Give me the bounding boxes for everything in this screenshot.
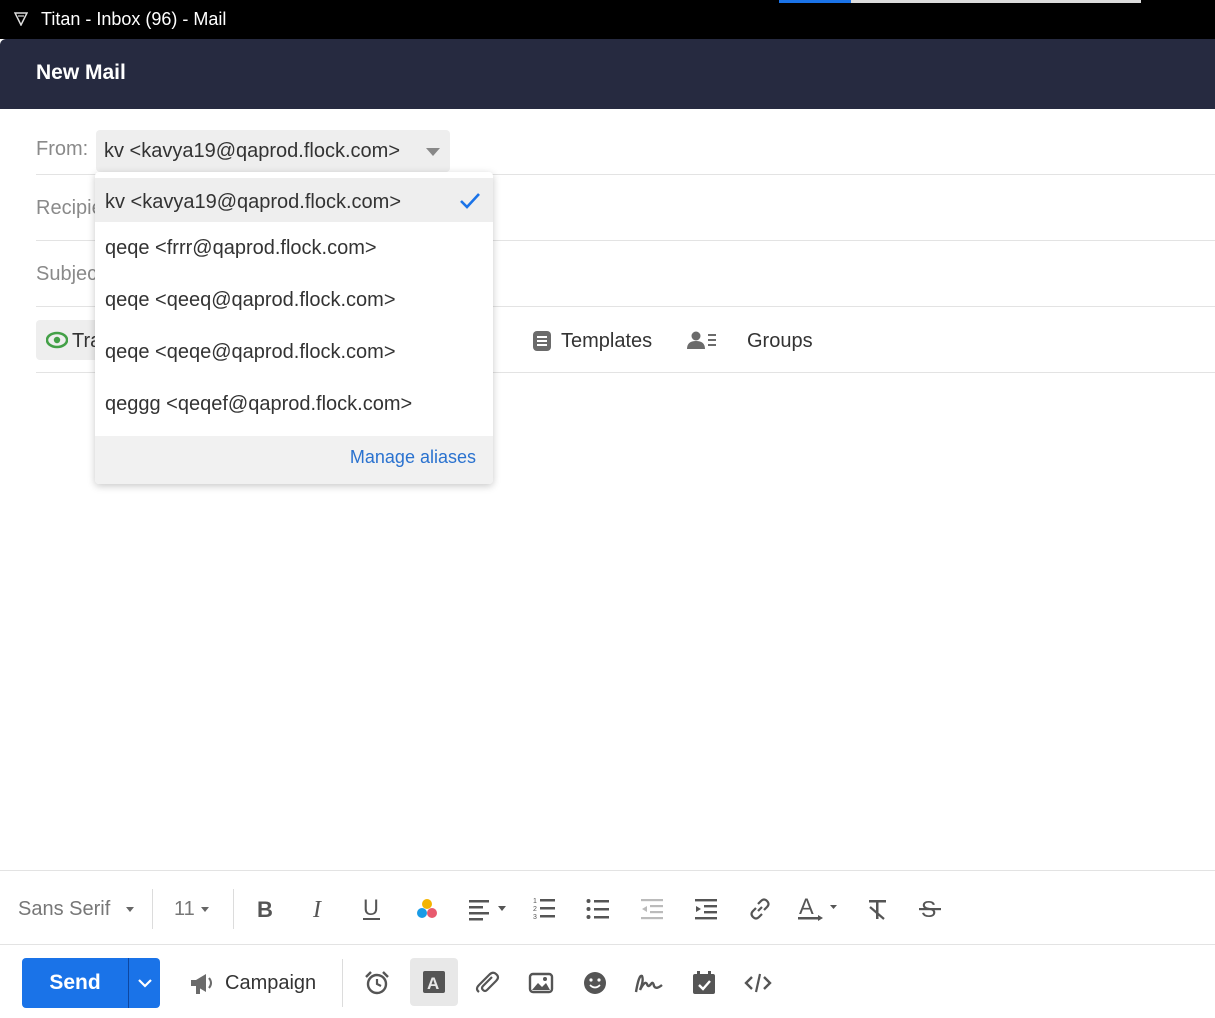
from-value: kv <kavya19@qaprod.flock.com> — [104, 140, 401, 162]
formatting-toggle-icon: A — [423, 971, 445, 993]
svg-text:B: B — [257, 897, 273, 921]
alias-option-label: kv <kavya19@qaprod.flock.com> — [105, 191, 402, 213]
italic-button[interactable]: I — [306, 893, 332, 925]
from-label: From: — [36, 138, 89, 160]
align-button[interactable] — [468, 893, 508, 925]
code-button[interactable] — [740, 965, 776, 1001]
toolbar-divider — [152, 889, 153, 929]
emoji-button[interactable] — [577, 965, 613, 1001]
link-button[interactable] — [746, 893, 774, 925]
caret-down-icon — [426, 148, 440, 156]
groups-icon — [687, 331, 716, 349]
alias-option[interactable]: qeggg <qeqef@qaprod.flock.com> — [95, 380, 493, 428]
dropdown-footer: Manage aliases — [95, 436, 493, 484]
action-divider — [342, 959, 343, 1007]
alias-option[interactable]: qeqe <qeqe@qaprod.flock.com> — [95, 328, 493, 376]
from-row: From: kv <kavya19@qaprod.flock.com> — [36, 109, 1215, 175]
chevron-down-icon — [137, 979, 152, 988]
compose-title: New Mail — [36, 61, 126, 84]
svg-text:3: 3 — [533, 914, 537, 921]
send-button[interactable]: Send — [22, 958, 128, 1008]
loading-progress — [779, 0, 851, 3]
code-icon — [744, 973, 772, 993]
svg-text:I: I — [312, 897, 322, 921]
underline-icon: U — [363, 896, 380, 920]
svg-text:1: 1 — [533, 898, 537, 905]
formatting-toggle-button[interactable]: A — [410, 958, 458, 1006]
alias-option[interactable]: kv <kavya19@qaprod.flock.com> — [95, 178, 493, 222]
send-later-button[interactable] — [359, 965, 395, 1001]
font-size-value: 11 — [174, 897, 195, 920]
window-titlebar: Titan - Inbox (96) - Mail — [0, 0, 1215, 39]
clear-format-icon — [869, 900, 886, 920]
align-icon — [469, 900, 506, 921]
caret-down-icon — [126, 906, 135, 912]
compose-action-bar: Send Campaign A — [0, 945, 1215, 1018]
formatting-toolbar: Sans Serif 11 B I U 123 A S — [0, 870, 1215, 945]
svg-text:A: A — [427, 974, 439, 993]
schedule-button[interactable] — [686, 965, 722, 1001]
strikethrough-icon: S — [919, 896, 941, 922]
numbered-list-icon: 123 — [533, 898, 555, 921]
indent-button[interactable] — [692, 893, 720, 925]
campaign-label: Campaign — [225, 971, 317, 994]
alias-option[interactable]: qeqe <qeeq@qaprod.flock.com> — [95, 276, 493, 324]
insert-image-button[interactable] — [523, 965, 559, 1001]
from-alias-dropdown: kv <kavya19@qaprod.flock.com> qeqe <frrr… — [95, 172, 493, 484]
alias-option-label: qeqe <qeeq@qaprod.flock.com> — [105, 289, 396, 311]
svg-text:A: A — [799, 895, 814, 919]
bullet-list-icon — [586, 899, 609, 919]
groups-label: Groups — [747, 330, 813, 352]
send-options-button[interactable] — [128, 958, 160, 1008]
emoji-icon — [584, 972, 606, 994]
megaphone-icon — [191, 974, 212, 994]
bullet-list-button[interactable] — [584, 893, 612, 925]
outdent-icon — [641, 899, 663, 920]
numbered-list-button[interactable]: 123 — [530, 893, 558, 925]
svg-text:U: U — [363, 896, 379, 920]
campaign-button[interactable]: Campaign — [188, 965, 316, 1001]
bold-button[interactable]: B — [252, 893, 278, 925]
alias-option[interactable]: qeqe <frrr@qaprod.flock.com> — [95, 224, 493, 272]
templates-icon — [533, 331, 551, 351]
indent-icon — [695, 899, 717, 920]
signature-icon — [634, 974, 663, 993]
titan-logo-icon — [14, 12, 28, 26]
compose-header: New Mail — [0, 39, 1215, 109]
text-color-button[interactable] — [413, 893, 441, 925]
templates-label: Templates — [561, 330, 653, 352]
paperclip-icon — [475, 971, 500, 993]
font-color-button[interactable]: A — [797, 893, 841, 925]
image-icon — [528, 972, 554, 994]
subject-placeholder: Subject — [36, 263, 103, 285]
italic-icon: I — [312, 897, 322, 921]
calendar-check-icon — [693, 971, 715, 994]
alias-option-label: qeqe <frrr@qaprod.flock.com> — [105, 237, 377, 259]
loading-track — [851, 0, 1141, 3]
check-icon — [460, 193, 480, 209]
alias-option-label: qeggg <qeqef@qaprod.flock.com> — [105, 393, 413, 415]
alarm-clock-icon — [365, 971, 389, 995]
font-size-select[interactable]: 11 — [174, 893, 209, 925]
strikethrough-button[interactable]: S — [916, 893, 944, 925]
link-icon — [750, 898, 770, 920]
caret-down-icon — [200, 906, 209, 912]
window-title: Titan - Inbox (96) - Mail — [41, 9, 227, 29]
toolbar-divider — [233, 889, 234, 929]
underline-button[interactable]: U — [359, 893, 385, 925]
font-color-icon: A — [798, 895, 837, 921]
from-select[interactable]: kv <kavya19@qaprod.flock.com> — [96, 130, 450, 172]
bold-icon: B — [257, 897, 273, 921]
svg-text:2: 2 — [533, 906, 537, 913]
clear-format-button[interactable] — [864, 893, 892, 925]
text-color-icon — [417, 899, 437, 918]
font-family-value: Sans Serif — [18, 897, 111, 920]
attach-button[interactable] — [469, 965, 505, 1001]
signature-button[interactable] — [631, 965, 667, 1001]
alias-option-label: qeqe <qeqe@qaprod.flock.com> — [105, 341, 396, 363]
eye-icon — [46, 331, 68, 349]
outdent-button[interactable] — [638, 893, 666, 925]
manage-aliases-link[interactable]: Manage aliases — [350, 447, 476, 468]
font-family-select[interactable]: Sans Serif — [18, 893, 135, 925]
